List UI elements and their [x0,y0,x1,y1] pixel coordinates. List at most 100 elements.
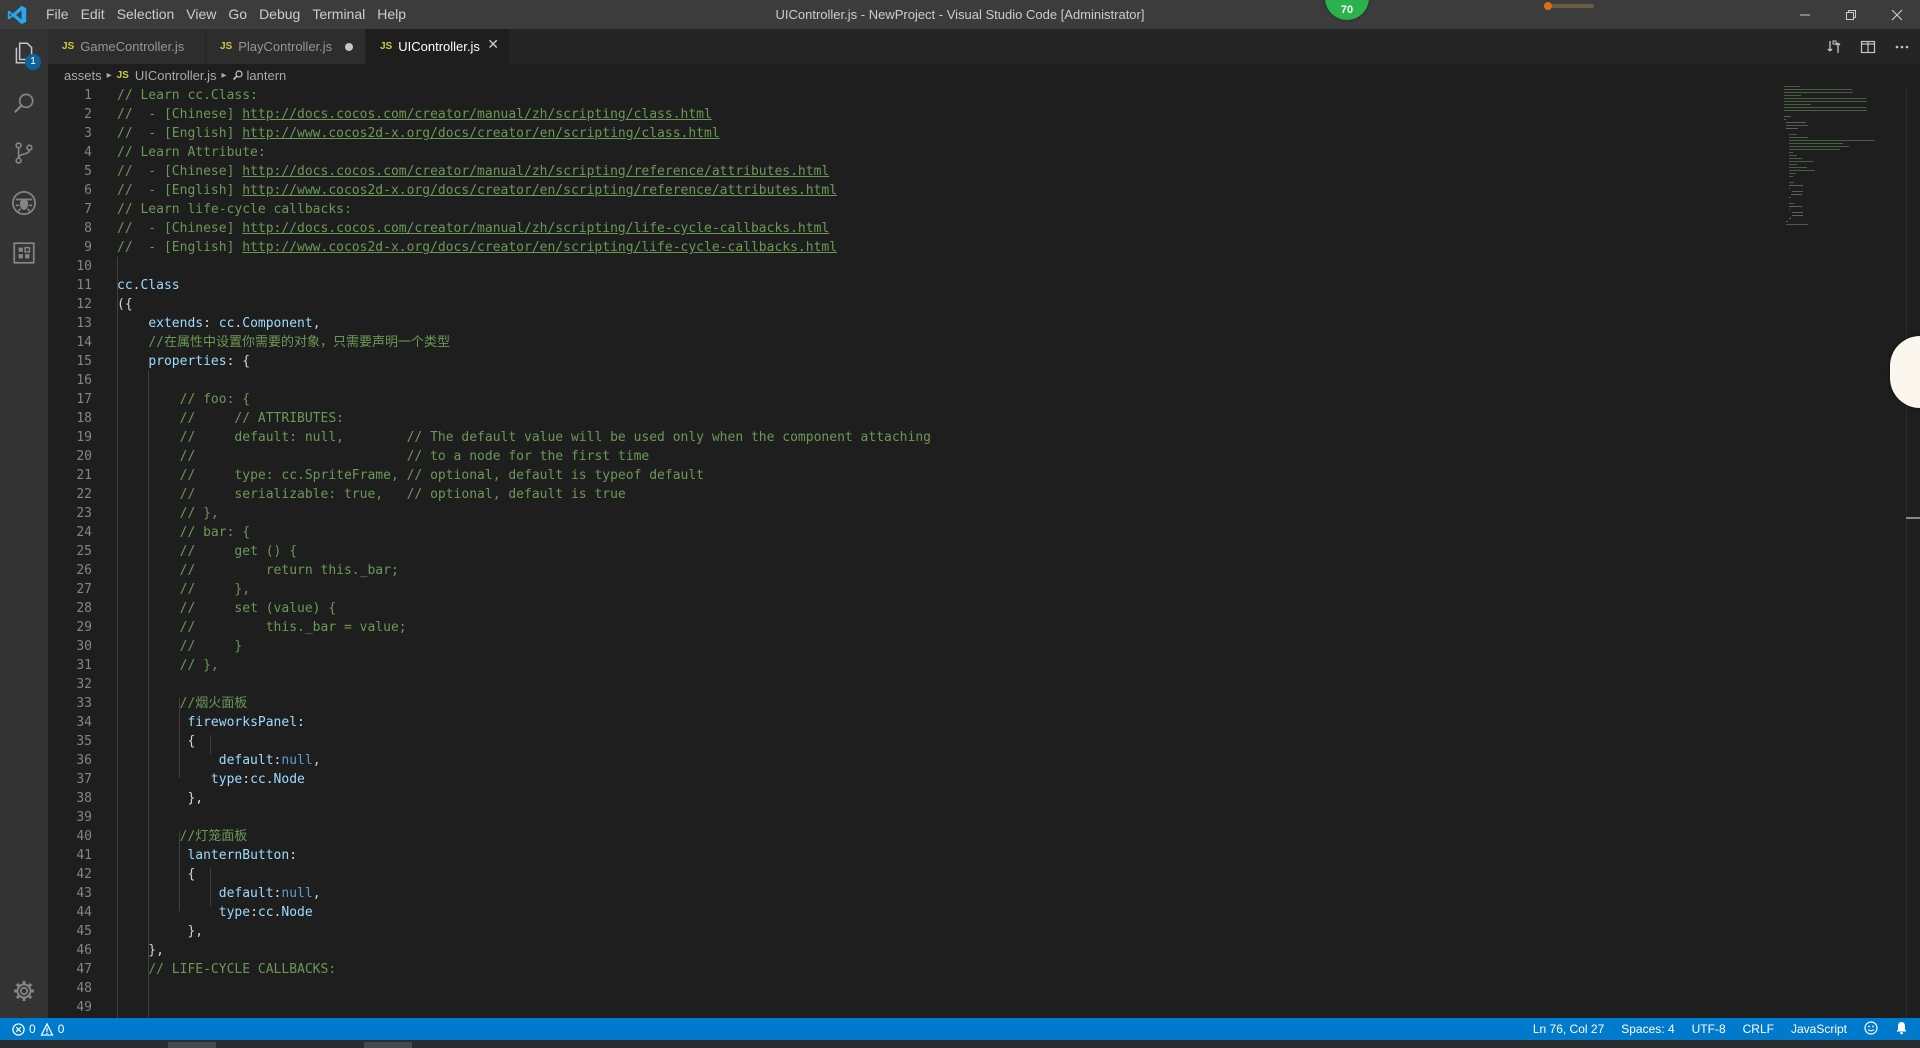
code-line[interactable]: 14 //在属性中设置你需要的对象，只需要声明一个类型 [48,333,1748,352]
code-line[interactable]: 1 // Learn cc.Class: [48,86,1748,105]
slider-knob[interactable] [1544,2,1552,10]
code-line[interactable]: 37 type:cc.Node [48,770,1748,789]
breadcrumb-file[interactable]: UIController.js [135,68,217,83]
code-line[interactable]: 22 // serializable: true, // optional, d… [48,485,1748,504]
code-line[interactable]: 21 // type: cc.SpriteFrame, // optional,… [48,466,1748,485]
code-line[interactable]: 32 [48,675,1748,694]
code-line[interactable]: 3 // - [English] http://www.cocos2d-x.org… [48,124,1748,143]
code-line[interactable]: 47 // LIFE-CYCLE CALLBACKS: [48,960,1748,979]
feedback-button[interactable] [1864,1020,1878,1038]
code-line[interactable]: 38 }, [48,789,1748,808]
code-link[interactable]: http://www.cocos2d-x.org/docs/creator/en… [242,126,719,141]
code-link[interactable]: http://docs.cocos.com/creator/manual/zh/… [242,107,712,122]
code-line[interactable]: 45 }, [48,922,1748,941]
open-changes-button[interactable] [1822,35,1846,59]
taskbar-item[interactable] [168,1042,216,1048]
code-line[interactable]: 33 //烟火面板 [48,694,1748,713]
code-line[interactable]: 30 // } [48,637,1748,656]
code-line[interactable]: 18 // // ATTRIBUTES: [48,409,1748,428]
menu-file[interactable]: File [40,0,75,29]
menu-go[interactable]: Go [222,0,253,29]
code-link[interactable]: http://docs.cocos.com/creator/manual/zh/… [242,164,829,179]
code-line[interactable]: 10 [48,257,1748,276]
cursor-position[interactable]: Ln 76, Col 27 [1533,1022,1604,1036]
code-line[interactable]: 48 [48,979,1748,998]
restore-button[interactable] [1828,0,1874,29]
close-window-button[interactable] [1874,0,1920,29]
overlay-counter-badge[interactable]: 70 [1325,0,1369,20]
indentation[interactable]: Spaces: 4 [1621,1022,1674,1036]
code-line[interactable]: 16 [48,371,1748,390]
menu-edit[interactable]: Edit [75,0,111,29]
code-line[interactable]: 11 cc.Class [48,276,1748,295]
breadcrumb-folder[interactable]: assets [64,68,102,83]
code-link[interactable]: http://www.cocos2d-x.org/docs/creator/en… [242,183,837,198]
explorer-button[interactable]: 1 [0,29,48,77]
code-line[interactable]: 41 lanternButton: [48,846,1748,865]
menu-debug[interactable]: Debug [253,0,306,29]
language-mode[interactable]: JavaScript [1791,1022,1847,1036]
code-line[interactable]: 43 default:null, [48,884,1748,903]
minimize-button[interactable] [1782,0,1828,29]
search-button[interactable] [0,79,48,127]
taskbar-item[interactable] [364,1042,412,1048]
code-line[interactable]: 20 // // to a node for the first time [48,447,1748,466]
menu-view[interactable]: View [180,0,222,29]
code-line[interactable]: 2 // - [Chinese] http://docs.cocos.com/cr… [48,105,1748,124]
code-line[interactable]: 8 // - [Chinese] http://docs.cocos.com/cr… [48,219,1748,238]
code-line[interactable]: 26 // return this._bar; [48,561,1748,580]
encoding[interactable]: UTF-8 [1692,1022,1726,1036]
code-line[interactable]: 36 default:null, [48,751,1748,770]
manage-button[interactable] [0,967,48,1015]
code-line[interactable]: 24 // bar: { [48,523,1748,542]
code-line[interactable]: 17 // foo: { [48,390,1748,409]
code-line[interactable]: 4 // Learn Attribute: [48,143,1748,162]
code-line[interactable]: 7 // Learn life-cycle callbacks: [48,200,1748,219]
menu-help[interactable]: Help [371,0,412,29]
code-line[interactable]: 19 // default: null, // The default valu… [48,428,1748,447]
code-line[interactable]: 5 // - [Chinese] http://docs.cocos.com/cr… [48,162,1748,181]
unsaved-dot-icon[interactable] [345,43,353,51]
code-line[interactable]: 23 // }, [48,504,1748,523]
tab-playcontroller[interactable]: JS PlayController.js [206,29,365,64]
code-line[interactable]: 31 // }, [48,656,1748,675]
vertical-scrollbar[interactable] [1906,86,1920,1018]
code-line[interactable]: 9 // - [English] http://www.cocos2d-x.org… [48,238,1748,257]
minimap[interactable] [1784,86,1910,316]
debug-button[interactable] [0,179,48,227]
close-tab-icon[interactable]: ✕ [487,37,499,53]
code-line[interactable]: 39 [48,808,1748,827]
code-line[interactable]: 29 // this._bar = value; [48,618,1748,637]
code-line[interactable]: 12 ({ [48,295,1748,314]
title-bar: File Edit Selection View Go Debug Termin… [0,0,1920,29]
extensions-button[interactable] [0,229,48,277]
notifications-button[interactable] [1895,1021,1908,1038]
overlay-slider[interactable] [1544,2,1594,10]
split-editor-button[interactable] [1856,35,1880,59]
code-line[interactable]: 35 { [48,732,1748,751]
code-editor[interactable]: 1 // Learn cc.Class: 2 // - [Chinese] http:… [48,86,1920,1018]
code-link[interactable]: http://docs.cocos.com/creator/manual/zh/… [242,221,829,236]
code-line[interactable]: 40 //灯笼面板 [48,827,1748,846]
code-line[interactable]: 34 fireworksPanel: [48,713,1748,732]
code-line[interactable]: 25 // get () { [48,542,1748,561]
code-line[interactable]: 6 // - [English] http://www.cocos2d-x.org… [48,181,1748,200]
code-line[interactable]: 28 // set (value) { [48,599,1748,618]
code-line[interactable]: 13 extends: cc.Component, [48,314,1748,333]
end-of-line[interactable]: CRLF [1743,1022,1774,1036]
code-line[interactable]: 46 }, [48,941,1748,960]
code-line[interactable]: 42 { [48,865,1748,884]
code-line[interactable]: 27 // }, [48,580,1748,599]
breadcrumb-symbol[interactable]: lantern [247,68,287,83]
tab-uicontroller[interactable]: JS UIController.js ✕ [366,29,509,64]
more-actions-button[interactable] [1890,35,1914,59]
code-link[interactable]: http://www.cocos2d-x.org/docs/creator/en… [242,240,837,255]
source-control-button[interactable] [0,129,48,177]
menu-terminal[interactable]: Terminal [306,0,371,29]
code-line[interactable]: 15 properties: { [48,352,1748,371]
menu-selection[interactable]: Selection [111,0,181,29]
code-line[interactable]: 49 [48,998,1748,1017]
tab-gamecontroller[interactable]: JS GameController.js [48,29,205,64]
code-line[interactable]: 44 type:cc.Node [48,903,1748,922]
problems-indicator[interactable]: 0 0 [12,1018,64,1040]
